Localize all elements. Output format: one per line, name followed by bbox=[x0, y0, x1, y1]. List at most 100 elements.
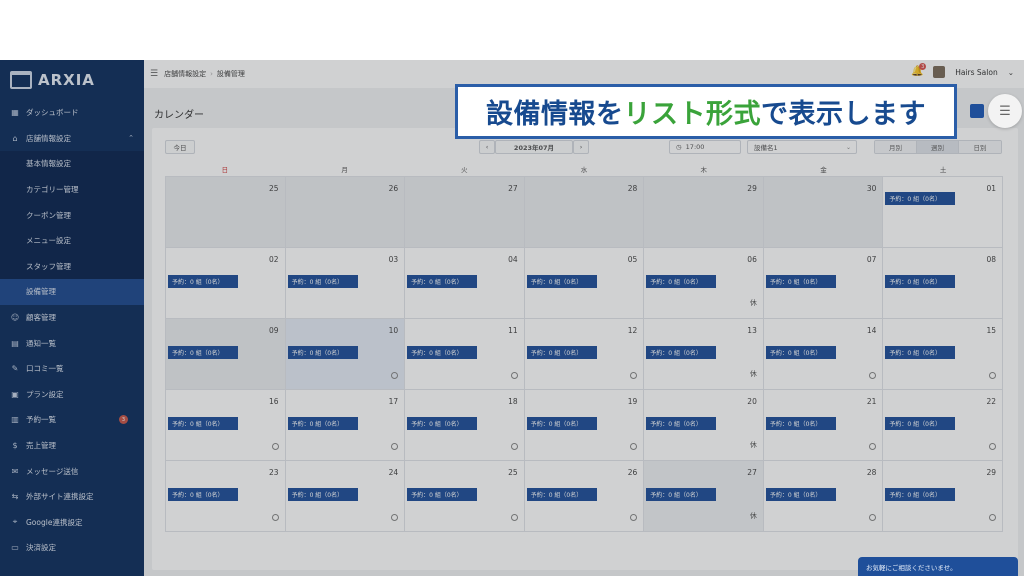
sidebar-item[interactable]: ▦ ダッシュボード bbox=[0, 100, 144, 126]
reservation-chip[interactable]: 予約：0 組（0名） bbox=[885, 346, 956, 359]
sidebar-item[interactable]: ▭ 決済設定 bbox=[0, 535, 144, 561]
calendar-day-cell[interactable]: 07 予約：0 組（0名） bbox=[763, 248, 884, 319]
sidebar-item[interactable]: クーポン管理 bbox=[0, 202, 144, 228]
calendar-day-cell[interactable]: 28 予約：0 組（0名） bbox=[763, 461, 884, 532]
calendar-day-cell[interactable]: 12 予約：0 組（0名） bbox=[524, 319, 645, 390]
reservation-chip[interactable]: 予約：0 組（0名） bbox=[646, 488, 717, 501]
calendar-day-cell[interactable]: 10 予約：0 組（0名） bbox=[285, 319, 406, 390]
reservation-chip[interactable]: 予約：0 組（0名） bbox=[646, 346, 717, 359]
today-button[interactable]: 今日 bbox=[165, 140, 195, 154]
calendar-day-cell[interactable]: 24 予約：0 組（0名） bbox=[285, 461, 406, 532]
reservation-chip[interactable]: 予約：0 組（0名） bbox=[168, 275, 238, 288]
chevron-down-icon[interactable]: ⌄ bbox=[1008, 68, 1014, 77]
calendar-day-cell[interactable]: 21 予約：0 組（0名） bbox=[763, 390, 884, 461]
reservation-chip[interactable]: 予約：0 組（0名） bbox=[885, 275, 956, 288]
sidebar-item[interactable]: スタッフ管理 bbox=[0, 253, 144, 280]
calendar-day-cell[interactable]: 05 予約：0 組（0名） bbox=[524, 248, 645, 319]
calendar-day-cell[interactable]: 20 予約：0 組（0名） 休 bbox=[644, 390, 764, 461]
menu-toggle-icon[interactable]: ☰ bbox=[150, 69, 158, 79]
reservation-chip[interactable]: 予約：0 組（0名） bbox=[168, 346, 238, 359]
calendar-day-cell[interactable]: 30 bbox=[763, 177, 884, 248]
prev-month-button[interactable]: ‹ bbox=[479, 140, 495, 154]
avatar[interactable] bbox=[933, 66, 946, 78]
calendar-day-cell[interactable]: 11 予約：0 組（0名） bbox=[405, 319, 525, 390]
calendar-day-cell[interactable]: 25 予約：0 組（0名） bbox=[405, 461, 525, 532]
calendar-day-cell[interactable]: 01 予約：0 組（0名） bbox=[883, 177, 1003, 248]
reservation-chip[interactable]: 予約：0 組（0名） bbox=[885, 417, 956, 430]
sidebar-item[interactable]: ✉ メッセージ送信 bbox=[0, 458, 144, 484]
sidebar-item[interactable]: カテゴリー管理 bbox=[0, 176, 144, 203]
reservation-chip[interactable]: 予約：0 組（0名） bbox=[407, 417, 478, 430]
calendar-day-cell[interactable]: 26 bbox=[285, 177, 406, 248]
reservation-chip[interactable]: 予約：0 組（0名） bbox=[765, 275, 836, 288]
sidebar-item[interactable]: ▣ プラン設定 bbox=[0, 382, 144, 408]
reservation-chip[interactable]: 予約：0 組（0名） bbox=[407, 275, 478, 288]
calendar-day-cell[interactable]: 29 bbox=[644, 177, 764, 248]
reservation-chip[interactable]: 予約：0 組（0名） bbox=[407, 488, 478, 501]
reservation-chip[interactable]: 予約：0 組（0名） bbox=[287, 275, 358, 288]
notification-bell-icon[interactable]: 🔔 3 bbox=[911, 63, 927, 78]
calendar-day-cell[interactable]: 14 予約：0 組（0名） bbox=[763, 319, 884, 390]
reservation-chip[interactable]: 予約：0 組（0名） bbox=[407, 346, 478, 359]
reservation-chip[interactable]: 予約：0 組（0名） bbox=[765, 488, 836, 501]
reservation-chip[interactable]: 予約：0 組（0名） bbox=[646, 275, 717, 288]
calendar-day-cell[interactable]: 04 予約：0 組（0名） bbox=[405, 248, 525, 319]
reservation-chip[interactable]: 予約：0 組（0名） bbox=[168, 417, 238, 430]
reservation-chip[interactable]: 予約：0 組（0名） bbox=[526, 417, 597, 430]
sidebar-item[interactable]: $ 売上管理 bbox=[0, 433, 144, 459]
calendar-day-cell[interactable]: 26 予約：0 組（0名） bbox=[524, 461, 645, 532]
calendar-day-cell[interactable]: 22 予約：0 組（0名） bbox=[883, 390, 1003, 461]
calendar-view-icon[interactable] bbox=[970, 104, 984, 118]
sidebar-item[interactable]: ▥ 予約一覧 3 bbox=[0, 407, 144, 433]
calendar-day-cell[interactable]: 23 予約：0 組（0名） bbox=[166, 461, 286, 532]
calendar-day-cell[interactable]: 06 予約：0 組（0名） 休 bbox=[644, 248, 764, 319]
tab-week[interactable]: 週別 bbox=[917, 141, 959, 153]
sidebar-item[interactable]: ✎ 口コミ一覧 bbox=[0, 356, 144, 382]
reservation-chip[interactable]: 予約：0 組（0名） bbox=[885, 488, 956, 501]
reservation-chip[interactable]: 予約：0 組（0名） bbox=[287, 488, 358, 501]
calendar-day-cell[interactable]: 09 予約：0 組（0名） bbox=[166, 319, 286, 390]
sidebar-item[interactable]: ▤ 通知一覧 bbox=[0, 330, 144, 356]
reservation-chip[interactable]: 予約：0 組（0名） bbox=[526, 346, 597, 359]
reservation-chip[interactable]: 予約：0 組（0名） bbox=[765, 417, 836, 430]
reservation-chip[interactable]: 予約：0 組（0名） bbox=[885, 192, 956, 205]
reservation-chip[interactable]: 予約：0 組（0名） bbox=[287, 346, 358, 359]
next-month-button[interactable]: › bbox=[573, 140, 589, 154]
calendar-day-cell[interactable]: 02 予約：0 組（0名） bbox=[166, 248, 286, 319]
calendar-day-cell[interactable]: 29 予約：0 組（0名） bbox=[883, 461, 1003, 532]
day-number: 22 bbox=[986, 397, 996, 406]
calendar-day-cell[interactable]: 13 予約：0 組（0名） 休 bbox=[644, 319, 764, 390]
reservation-chip[interactable]: 予約：0 組（0名） bbox=[287, 417, 358, 430]
reservation-chip[interactable]: 予約：0 組（0名） bbox=[168, 488, 238, 501]
equipment-select[interactable]: 設備名1 ⌄ bbox=[747, 140, 857, 154]
calendar-day-cell[interactable]: 18 予約：0 組（0名） bbox=[405, 390, 525, 461]
calendar-day-cell[interactable]: 19 予約：0 組（0名） bbox=[524, 390, 645, 461]
calendar-day-cell[interactable]: 03 予約：0 組（0名） bbox=[285, 248, 406, 319]
calendar-day-cell[interactable]: 28 bbox=[524, 177, 645, 248]
calendar-day-cell[interactable]: 15 予約：0 組（0名） bbox=[883, 319, 1003, 390]
calendar-day-cell[interactable]: 27 予約：0 組（0名） 休 bbox=[644, 461, 764, 532]
tab-month[interactable]: 月別 bbox=[875, 141, 917, 153]
help-chat-bar[interactable]: お気軽にご相談くださいませ。 bbox=[858, 557, 1018, 576]
reservation-chip[interactable]: 予約：0 組（0名） bbox=[646, 417, 717, 430]
sidebar-item[interactable]: 設備管理 bbox=[0, 279, 144, 305]
sidebar-item[interactable]: ☺ 顧客管理 bbox=[0, 305, 144, 331]
calendar-day-cell[interactable]: 27 bbox=[405, 177, 525, 248]
sidebar-item[interactable]: メニュー設定 bbox=[0, 227, 144, 254]
calendar-day-cell[interactable]: 17 予約：0 組（0名） bbox=[285, 390, 406, 461]
user-name[interactable]: Hairs Salon bbox=[955, 68, 997, 77]
calendar-day-cell[interactable]: 16 予約：0 組（0名） bbox=[166, 390, 286, 461]
sidebar-item[interactable]: ⌖ Google連携設定 bbox=[0, 510, 144, 536]
time-select[interactable]: ◷ 17:00 bbox=[669, 140, 741, 154]
breadcrumb-item[interactable]: 店舗情報設定 bbox=[164, 69, 206, 79]
reservation-chip[interactable]: 予約：0 組（0名） bbox=[526, 275, 597, 288]
calendar-day-cell[interactable]: 25 bbox=[166, 177, 286, 248]
list-view-icon[interactable]: ☰ bbox=[988, 94, 1022, 128]
sidebar-item[interactable]: ⇆ 外部サイト連携設定 bbox=[0, 484, 144, 510]
sidebar-item[interactable]: ⌂ 店舗情報設定 ⌃ bbox=[0, 126, 144, 152]
reservation-chip[interactable]: 予約：0 組（0名） bbox=[526, 488, 597, 501]
reservation-chip[interactable]: 予約：0 組（0名） bbox=[765, 346, 836, 359]
tab-day[interactable]: 日別 bbox=[959, 141, 1001, 153]
calendar-day-cell[interactable]: 08 予約：0 組（0名） bbox=[883, 248, 1003, 319]
sidebar-item[interactable]: 基本情報設定 bbox=[0, 151, 144, 177]
